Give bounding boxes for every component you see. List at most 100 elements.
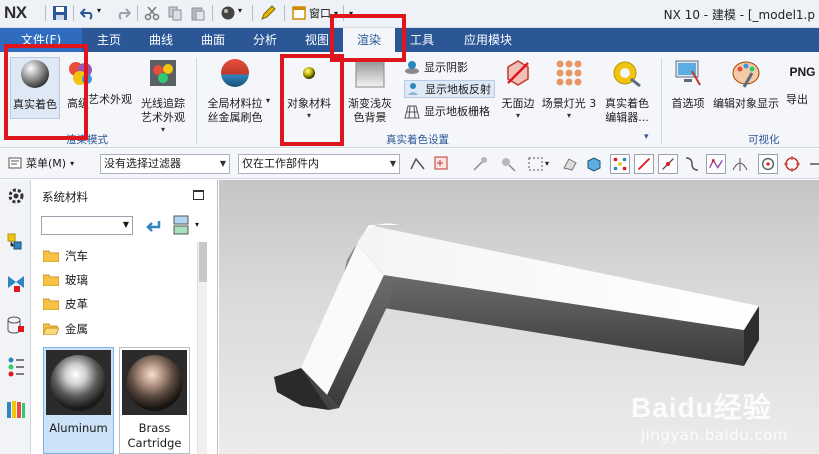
assembly-navigator-icon[interactable] xyxy=(6,232,26,254)
scrollbar-thumb[interactable] xyxy=(199,242,207,282)
selection-filter-dropdown[interactable]: 没有选择过滤器 ▼ xyxy=(100,154,230,174)
selection-toolbar: 菜单(M) ▾ 没有选择过滤器 ▼ 仅在工作部件内 ▼ ▾ xyxy=(0,149,819,179)
folder-item[interactable]: 汽车 xyxy=(43,246,88,266)
snap-line-icon[interactable] xyxy=(634,154,654,174)
snap-endpoint-icon[interactable] xyxy=(610,154,630,174)
cube-select-icon[interactable] xyxy=(584,154,604,174)
graphics-viewport[interactable]: Baidu经验 jingyan.baidu.com xyxy=(219,180,819,454)
material-library-dropdown[interactable]: ▼ xyxy=(41,216,133,235)
ribbon-tab-bar: 文件(F) 主页 曲线 曲面 分析 视图 渲染 工具 应用模块 xyxy=(0,28,819,53)
snap-midpoint-icon[interactable] xyxy=(658,154,678,174)
chevron-down-icon: ▼ xyxy=(389,159,396,168)
tab-home[interactable]: 主页 xyxy=(84,28,134,52)
edit-object-display-button[interactable]: 编辑对象显示 xyxy=(710,57,782,111)
ray-tracing-icon xyxy=(150,60,176,86)
material-tile-aluminum[interactable]: Aluminum xyxy=(43,347,114,454)
preferences-button[interactable]: 首选项 xyxy=(668,57,708,111)
cut-icon[interactable] xyxy=(144,5,160,21)
resource-bar xyxy=(0,180,31,454)
paste-icon[interactable] xyxy=(190,5,206,21)
folder-item[interactable]: 金属 xyxy=(43,319,88,339)
scene-lights-button[interactable]: 场景灯光 3 ▾ xyxy=(540,57,598,121)
snap-curve-icon[interactable] xyxy=(682,154,702,174)
menu-icon xyxy=(8,157,22,169)
ribbon: 真实着色 高级 艺术外观 光线追踪 艺术外观 ▾ 全局材料拉 丝金属刷色 ▾ 对… xyxy=(0,52,819,148)
history-navigator-icon[interactable] xyxy=(6,356,26,378)
show-shadow-label: 显示阴影 xyxy=(424,61,468,74)
rectangle-select-icon[interactable] xyxy=(526,154,546,174)
panel-title: 系统材料 xyxy=(42,190,88,204)
copy-icon[interactable] xyxy=(167,5,183,21)
global-material-label-2: 丝金属刷色 xyxy=(207,111,263,124)
tab-analysis[interactable]: 分析 xyxy=(240,28,290,52)
snap-intersection-icon[interactable] xyxy=(730,154,750,174)
pencil-icon[interactable] xyxy=(260,5,276,21)
show-floor-reflection-button[interactable]: 显示地板反射 xyxy=(404,80,495,98)
snap-polyline-icon[interactable] xyxy=(706,154,726,174)
quick-access-separator xyxy=(212,5,213,21)
select-group-icon[interactable] xyxy=(432,154,452,174)
snap-center-icon[interactable] xyxy=(758,154,778,174)
folder-label: 汽车 xyxy=(65,249,88,263)
global-material-button[interactable]: 全局材料拉 丝金属刷色 xyxy=(203,57,267,125)
chevron-down-icon[interactable]: ▾ xyxy=(545,159,549,168)
tab-curve[interactable]: 曲线 xyxy=(136,28,186,52)
gradient-background-button[interactable]: 渐变浅灰 色背景 xyxy=(342,57,398,125)
back-arrow-icon[interactable] xyxy=(143,216,163,236)
folder-label: 皮革 xyxy=(65,297,88,311)
redo-icon[interactable] xyxy=(115,5,131,21)
no-face-edges-button[interactable]: 无面边 ▾ xyxy=(498,57,538,121)
tab-surface[interactable]: 曲面 xyxy=(188,28,238,52)
folder-item[interactable]: 玻璃 xyxy=(43,270,88,290)
view-mode-icon[interactable] xyxy=(172,214,190,236)
save-icon[interactable] xyxy=(52,5,68,21)
ray-tracing-button[interactable]: 光线追踪 艺术外观 ▾ xyxy=(135,57,191,135)
material-name-line-2: Cartridge xyxy=(127,436,182,450)
chevron-down-icon[interactable]: ▾ xyxy=(266,96,270,105)
folder-open-icon xyxy=(43,323,59,335)
show-shadow-button[interactable]: 显示阴影 xyxy=(404,58,468,76)
tab-application[interactable]: 应用模块 xyxy=(450,28,526,52)
snap-more-icon[interactable] xyxy=(806,154,819,174)
highlight-render-tab xyxy=(330,14,406,62)
true-shading-editor-button[interactable]: 真实着色 编辑器... xyxy=(600,57,654,125)
title-bar: NX ▾ ▾ 窗口 ▾ ▾ NX 10 - 建模 - [_model1.p xyxy=(0,0,819,28)
scene-lights-icon xyxy=(556,60,582,86)
chevron-down-icon: ▾ xyxy=(70,158,75,168)
group-options-icon[interactable]: ▾ xyxy=(644,132,649,142)
panel-scrollbar[interactable] xyxy=(197,242,207,454)
render-style-icon[interactable] xyxy=(220,5,236,21)
gear-icon[interactable] xyxy=(6,186,26,208)
scope-filter-dropdown[interactable]: 仅在工作部件内 ▼ xyxy=(238,154,400,174)
constraint-navigator-icon[interactable] xyxy=(6,272,26,294)
snap-quadrant-icon[interactable] xyxy=(782,154,802,174)
no-face-edges-label: 无面边 xyxy=(501,97,535,110)
show-floor-grid-button[interactable]: 显示地板栅格 xyxy=(404,102,490,120)
deselect-icon[interactable] xyxy=(498,154,518,174)
material-tile-brass-cartridge[interactable]: Brass Cartridge xyxy=(119,347,190,454)
highlight-object-material xyxy=(280,54,344,146)
show-floor-grid-label: 显示地板栅格 xyxy=(424,105,490,118)
selection-filter-value: 没有选择过滤器 xyxy=(104,157,181,170)
watermark-brand: Baidu经验 xyxy=(631,392,772,423)
chevron-down-icon[interactable]: ▾ xyxy=(195,220,199,229)
maximize-icon[interactable] xyxy=(193,190,204,200)
window-title: NX 10 - 建模 - [_model1.p xyxy=(663,8,815,22)
snap-point-icon[interactable] xyxy=(470,154,490,174)
lasso-select-icon[interactable] xyxy=(560,154,580,174)
folder-label: 金属 xyxy=(65,322,88,336)
menu-button[interactable]: 菜单(M) ▾ xyxy=(8,155,74,171)
undo-dropdown-icon[interactable]: ▾ xyxy=(97,6,101,15)
part-navigator-icon[interactable] xyxy=(6,314,26,336)
ray-tracing-label-2: 艺术外观 xyxy=(141,111,185,124)
folder-item[interactable]: 皮革 xyxy=(43,294,88,314)
reuse-library-icon[interactable] xyxy=(6,398,26,420)
export-png-button[interactable]: PNG 导出 xyxy=(786,57,819,107)
aluminum-sphere-icon xyxy=(46,350,111,415)
select-edge-icon[interactable] xyxy=(408,154,428,174)
watermark-url: jingyan.baidu.com xyxy=(641,426,788,444)
undo-icon[interactable] xyxy=(80,5,96,21)
render-style-dropdown-icon[interactable]: ▾ xyxy=(238,6,242,15)
export-label: 导出 xyxy=(786,93,808,106)
artistic-appearance-button[interactable]: 艺术外观 xyxy=(87,57,133,107)
